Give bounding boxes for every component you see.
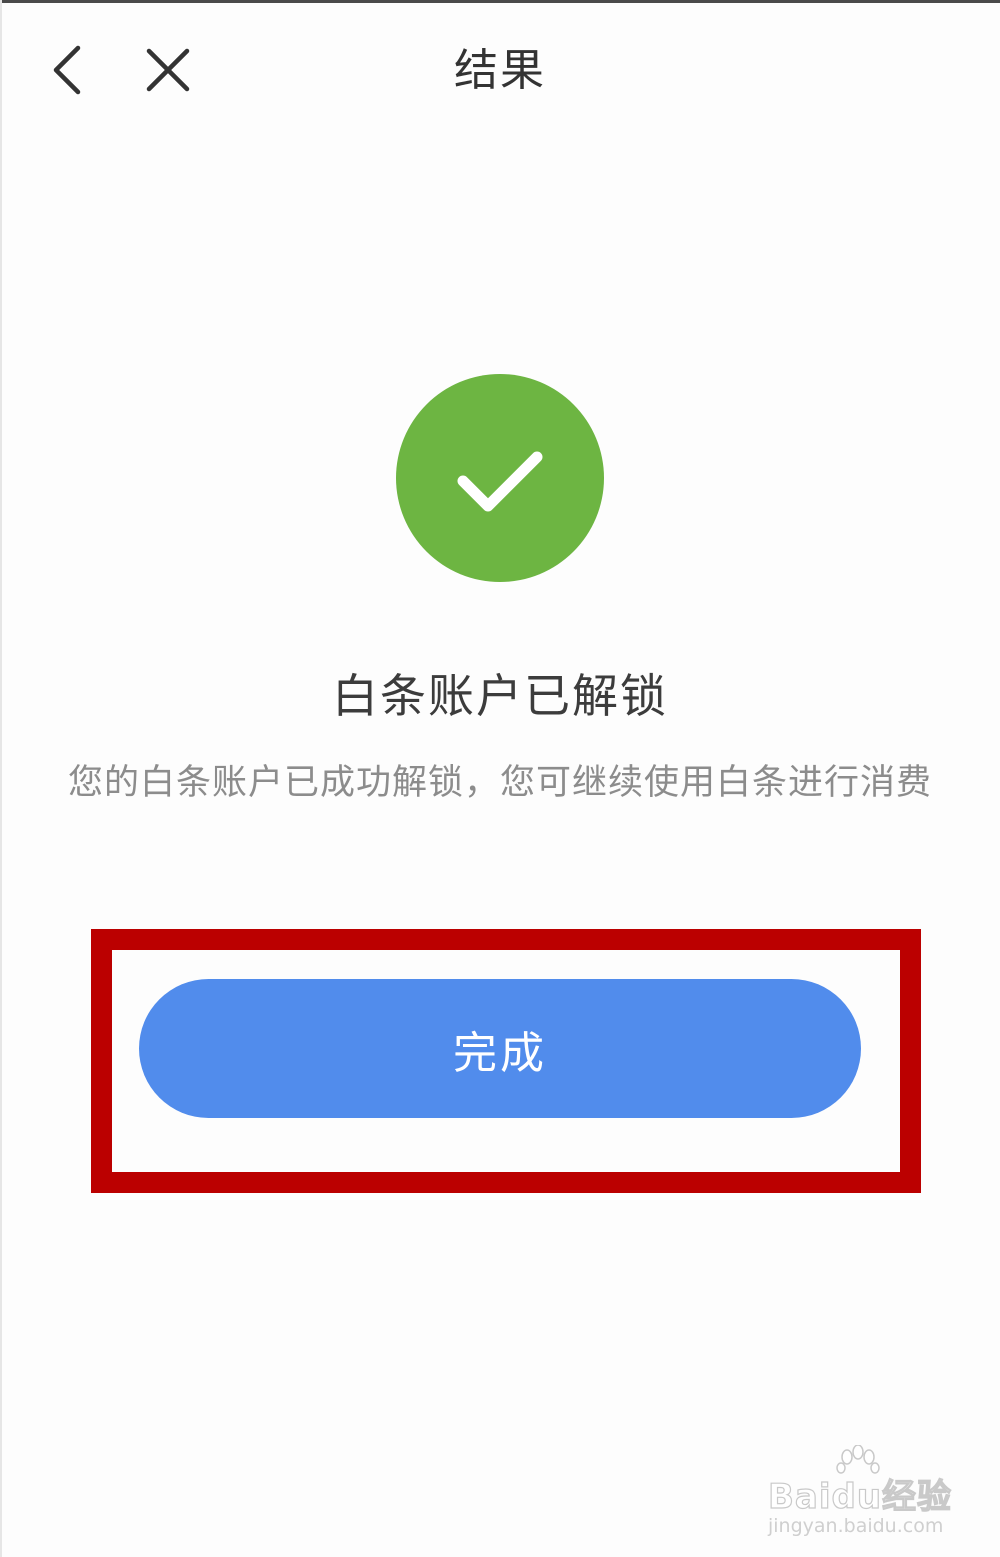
checkmark-circle-icon <box>396 374 604 582</box>
back-button[interactable] <box>33 35 103 105</box>
page-title: 结果 <box>454 45 546 96</box>
navigation-bar: 结果 <box>0 3 1000 138</box>
close-button[interactable] <box>133 35 203 105</box>
watermark: Baidu经验 jingyan.baidu.com <box>760 1445 960 1545</box>
done-button[interactable]: 完成 <box>139 979 861 1118</box>
chevron-left-icon <box>53 45 81 95</box>
result-heading: 白条账户已解锁 <box>332 669 668 723</box>
left-edge-line <box>0 0 2 1557</box>
watermark-brand: Baidu经验 <box>767 1476 953 1517</box>
result-description: 您的白条账户已成功解锁，您可继续使用白条进行消费 <box>67 763 932 803</box>
close-icon <box>146 48 190 92</box>
watermark-url: jingyan.baidu.com <box>768 1515 944 1537</box>
